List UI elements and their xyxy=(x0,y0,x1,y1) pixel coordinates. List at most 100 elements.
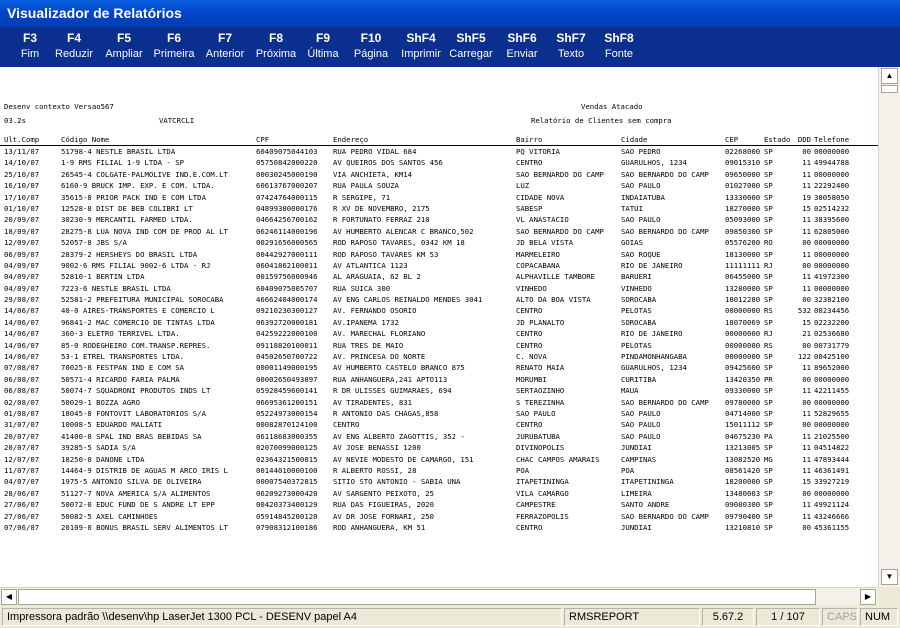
table-cell: 51798-4 NESTLE BRASIL LTDA xyxy=(61,147,176,156)
table-cell: SP xyxy=(764,203,773,213)
table-cell: ROD ANHANGUERA, KM 51 xyxy=(333,522,426,532)
table-row: 12/07/07 18250-0 DANONE LTDA 0236432150001… xyxy=(0,455,878,466)
scroll-down-button[interactable]: ▼ xyxy=(881,569,898,585)
table-cell: AV. FERNANDO OSORIO xyxy=(333,306,417,316)
horizontal-scrollbar[interactable]: ◀ ▶ xyxy=(0,587,878,605)
toolbar-label: Primeira xyxy=(153,48,195,60)
toolbar-button-9[interactable]: ShF5 Carregar xyxy=(445,31,497,65)
toolbar-button-2[interactable]: F5 Ampliar xyxy=(98,31,150,65)
table-cell: CENTRO xyxy=(516,306,543,316)
table-cell: GUARULHOS, 1234 xyxy=(621,363,687,373)
toolbar-button-8[interactable]: ShF4 Imprimir xyxy=(395,31,447,65)
table-cell: 28379-2 HERSHEYS DO BRASIL LTDA xyxy=(61,249,198,259)
toolbar-button-10[interactable]: ShF6 Enviar xyxy=(496,31,548,65)
table-cell: 05914845200120 xyxy=(256,511,318,521)
scroll-left-button[interactable]: ◀ xyxy=(1,589,17,605)
table-cell: 00 xyxy=(802,295,811,305)
toolbar-key: ShF8 xyxy=(604,31,634,45)
table-cell: 00000000 xyxy=(814,169,850,179)
table-row: 07/08/07 70025-8 FESTPAN IND E COM SA 0000… xyxy=(0,363,878,374)
table-cell: R XV DE NOVEMBRO, 2175 xyxy=(333,203,430,213)
toolbar-button-1[interactable]: F4 Reduzir xyxy=(48,31,100,65)
toolbar-button-3[interactable]: F6 Primeira xyxy=(148,31,200,65)
table-cell: 11 xyxy=(802,158,811,168)
toolbar-button-4[interactable]: F7 Anterior xyxy=(199,31,251,65)
table-cell: SAO BERNARDO DO CAMP xyxy=(621,397,709,407)
table-cell: 00000000 xyxy=(814,249,850,259)
table-cell: AV HUMBERTO CASTELO BRANCO 875 xyxy=(333,363,465,373)
table-cell: JURUBATUBA xyxy=(516,431,560,441)
table-cell: 41972300 xyxy=(814,272,850,282)
table-cell: MG xyxy=(764,454,773,464)
table-row: 28/06/07 51127-7 NOVA AMERICA S/A ALIMENT… xyxy=(0,489,878,500)
table-cell: 00 xyxy=(802,260,811,270)
table-cell: 42211455 xyxy=(814,386,850,396)
table-cell: 09650000 xyxy=(725,169,761,179)
table-cell: 18070069 xyxy=(725,317,761,327)
table-cell: 00000000 xyxy=(725,306,761,316)
table-cell: SP xyxy=(764,317,773,327)
table-row: 27/06/07 50072-0 EDUC FUND DE S ANDRE LT … xyxy=(0,500,878,511)
table-cell: 09080300 xyxy=(725,500,761,510)
scroll-up-button[interactable]: ▲ xyxy=(881,68,898,84)
table-cell: 04899380000176 xyxy=(256,203,318,213)
table-cell: 09780000 xyxy=(725,397,761,407)
table-cell: 11 xyxy=(802,283,811,293)
table-cell: RIO DE JANEIRO xyxy=(621,260,683,270)
toolbar-button-12[interactable]: ShF8 Fonte xyxy=(593,31,645,65)
vertical-scroll-thumb[interactable] xyxy=(881,85,898,93)
table-cell: 06118683000355 xyxy=(256,431,318,441)
table-cell: 04675230 xyxy=(725,431,761,441)
table-row: 14/06/07 40-0 AIRES-TRANSPORTES E COMERCI… xyxy=(0,306,878,317)
table-cell: VINHEDO xyxy=(516,283,547,293)
table-cell: 10008-5 EDUARDO MALIATI xyxy=(61,420,163,430)
table-cell: 11 xyxy=(802,443,811,453)
toolbar-button-7[interactable]: F10 Página xyxy=(345,31,397,65)
table-cell: 00420373400129 xyxy=(256,500,318,510)
toolbar-button-6[interactable]: F9 Última xyxy=(297,31,349,65)
toolbar-label: Carregar xyxy=(449,48,493,60)
table-cell: SP xyxy=(764,158,773,168)
toolbar-button-5[interactable]: F8 Próxima xyxy=(250,31,302,65)
table-cell: 02536680 xyxy=(814,329,850,339)
horizontal-scroll-thumb[interactable] xyxy=(18,589,816,605)
toolbar-label: Texto xyxy=(557,48,585,60)
table-row: 20/09/07 30230-9 MERCANTIL FARMED LTDA. 04… xyxy=(0,215,878,226)
table-cell: 13210810 xyxy=(725,522,761,532)
toolbar-button-11[interactable]: ShF7 Texto xyxy=(545,31,597,65)
table-cell: 11 xyxy=(802,386,811,396)
table-row: 14/06/07 96841-2 MAC COMERCIO DE TINTAS L… xyxy=(0,318,878,329)
column-header: Código Nome xyxy=(61,135,110,144)
table-cell: 00 xyxy=(802,420,811,430)
table-cell: 52057-8 JBS S/A xyxy=(61,238,127,248)
table-cell: 00159756000946 xyxy=(256,272,318,282)
table-cell: GUARULHOS, 1234 xyxy=(621,158,687,168)
scroll-right-button[interactable]: ▶ xyxy=(860,589,876,605)
table-cell: SP xyxy=(764,443,773,453)
table-cell: R FORTUNATO FERRAZ 210 xyxy=(333,215,430,225)
table-cell: SP xyxy=(764,147,773,156)
table-cell: 45361155 xyxy=(814,522,850,532)
table-cell: SP xyxy=(764,249,773,259)
table-row: 31/07/07 10008-5 EDUARDO MALIATI 000828701… xyxy=(0,420,878,431)
table-cell: SP xyxy=(764,215,773,225)
table-cell: 09210230300127 xyxy=(256,306,318,316)
table-cell: 07/06/07 xyxy=(4,522,40,532)
table-cell: JUNDIAI xyxy=(621,522,652,532)
table-cell: RUA PAULA SOUZA xyxy=(333,181,399,191)
table-cell: SAO ROQUE xyxy=(621,249,661,259)
table-row: 16/10/07 6160-9 BRUCK IMP. EXP. E COM. LT… xyxy=(0,181,878,192)
table-row: 18/09/07 28275-8 LUA NOVA IND COM DE PROD… xyxy=(0,227,878,238)
table-cell: 18200000 xyxy=(725,477,761,487)
table-cell: 00144010000100 xyxy=(256,465,318,475)
table-cell: 47893444 xyxy=(814,454,850,464)
table-cell: 1-9 RMS FILIAL 1-9 LTDA - SP xyxy=(61,158,185,168)
table-cell: 31/07/07 xyxy=(4,420,40,430)
vertical-scrollbar[interactable]: ▲ ▼ xyxy=(878,67,900,587)
table-cell: AV. MARECHAL FLORIANO xyxy=(333,329,426,339)
table-cell: CENTRO xyxy=(516,340,543,350)
table-cell: SP xyxy=(764,363,773,373)
table-cell: 00000000 xyxy=(725,329,761,339)
table-cell: 122 xyxy=(797,352,811,362)
column-header: Ult.Comp xyxy=(4,135,40,144)
